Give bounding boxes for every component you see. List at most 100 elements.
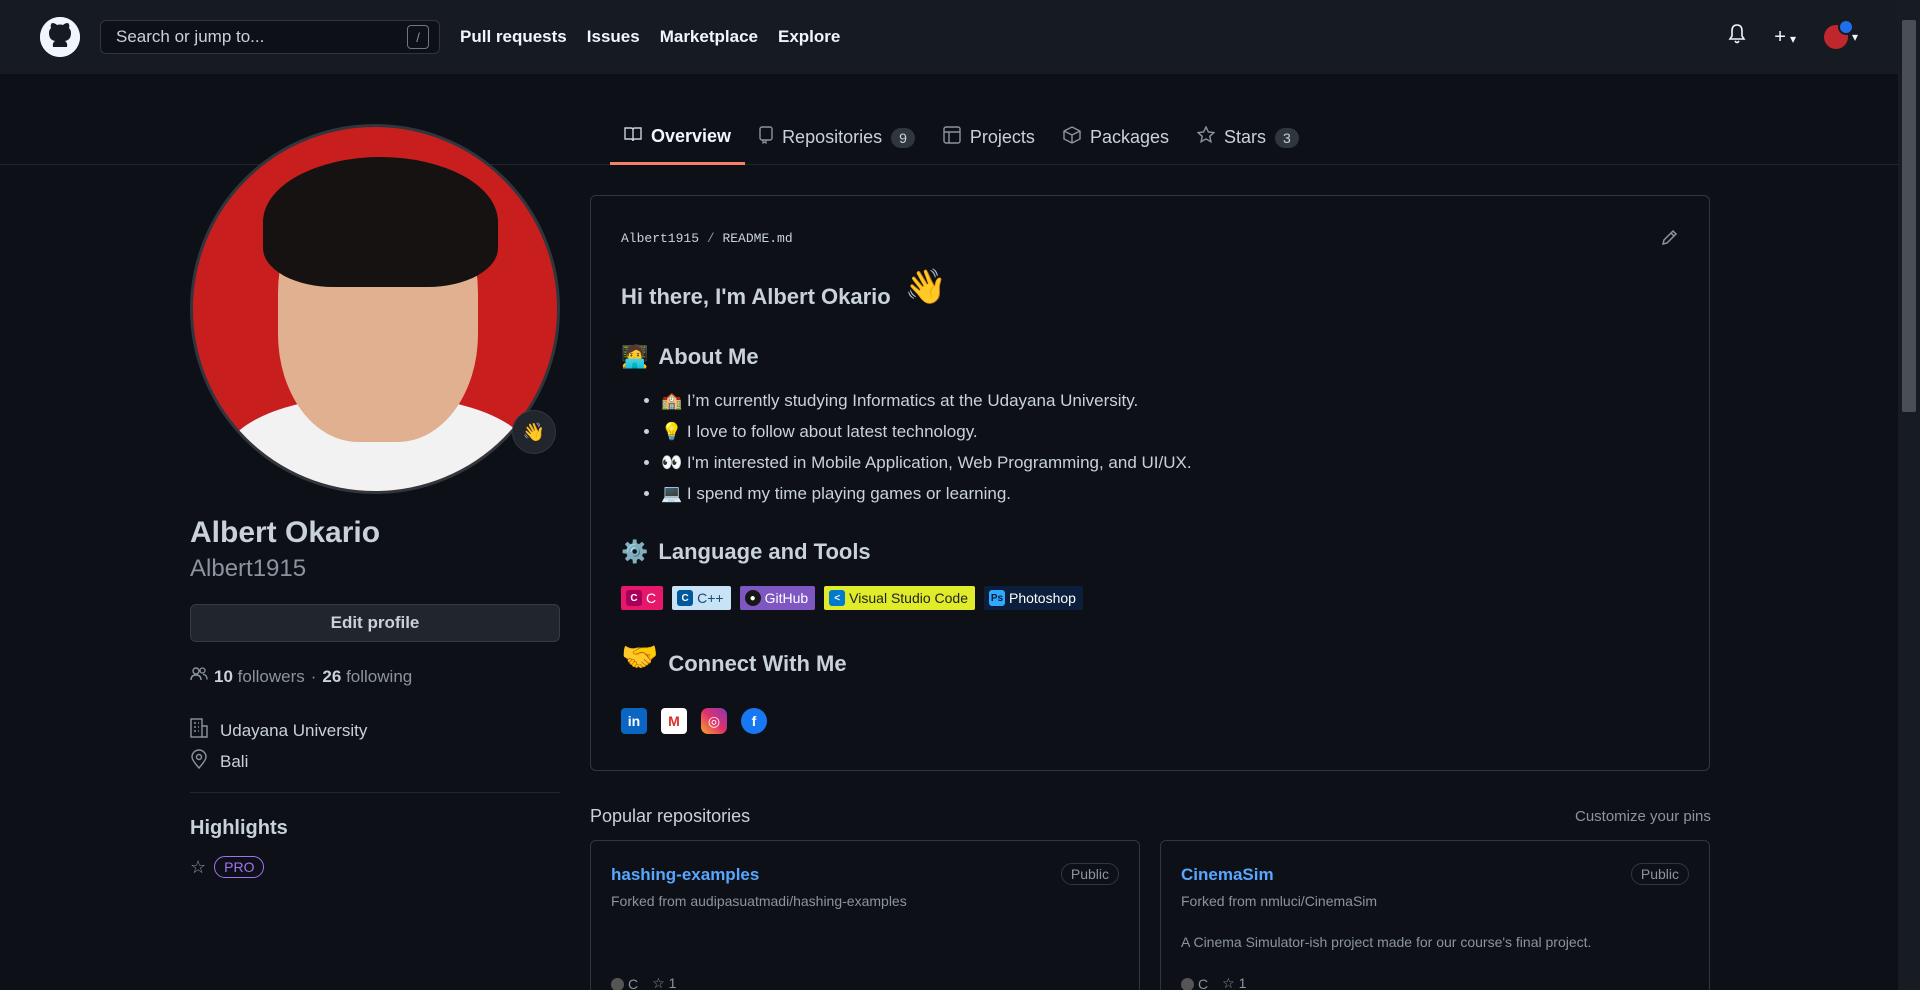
- star-icon: ☆: [652, 975, 665, 990]
- badge-cpp[interactable]: C C++: [672, 586, 731, 610]
- package-icon: [1063, 126, 1081, 149]
- language: C: [1181, 976, 1208, 990]
- tab-label: Stars: [1224, 127, 1267, 147]
- eyes-emoji-icon: 👀: [661, 453, 683, 472]
- tab-repositories[interactable]: Repositories 9: [745, 110, 929, 165]
- organization-icon: [190, 718, 208, 743]
- avatar: [1823, 19, 1854, 49]
- gmail-icon[interactable]: M: [661, 708, 687, 734]
- top-header: Search or jump to... / Pull requests Iss…: [0, 0, 1898, 74]
- search-shortcut-key: /: [407, 25, 429, 49]
- language: C: [611, 976, 638, 990]
- set-status-button[interactable]: 👋: [512, 410, 556, 454]
- tab-packages[interactable]: Packages: [1049, 110, 1183, 165]
- customize-pins-link[interactable]: Customize your pins: [1575, 808, 1711, 825]
- language-color-dot: [1181, 978, 1194, 990]
- tab-label: Packages: [1089, 127, 1169, 147]
- nav-issues[interactable]: Issues: [587, 27, 640, 47]
- social-links: in M ◎ f: [621, 708, 767, 734]
- location-icon: [190, 749, 208, 774]
- highlights-pro: ☆ PRO: [190, 856, 265, 878]
- tab-projects[interactable]: Projects: [929, 110, 1049, 165]
- badge-photoshop[interactable]: Ps Photoshop: [984, 586, 1083, 610]
- nav-pull-requests[interactable]: Pull requests: [460, 27, 567, 47]
- pencil-icon[interactable]: [1661, 228, 1679, 251]
- readme-owner-link[interactable]: Albert1915: [621, 231, 699, 246]
- profile-avatar[interactable]: [190, 124, 560, 494]
- readme-greeting: Hi there, I'm Albert Okario 👋: [621, 268, 947, 310]
- bell-icon[interactable]: [1728, 24, 1746, 50]
- repo-name-link[interactable]: CinemaSim: [1181, 865, 1274, 885]
- book-icon: [624, 126, 642, 147]
- tab-stars[interactable]: Stars 3: [1183, 110, 1313, 165]
- photoshop-logo-icon: Ps: [989, 590, 1005, 606]
- star-icon: [1196, 125, 1216, 149]
- greeting-text: Hi there, I'm Albert Okario: [621, 284, 891, 309]
- pro-badge[interactable]: PRO: [214, 856, 265, 878]
- profile-location: Bali: [190, 749, 248, 774]
- wave-emoji-icon: 👋: [904, 268, 948, 306]
- stargazers-link[interactable]: ☆ 1: [652, 975, 676, 990]
- search-input[interactable]: Search or jump to... /: [100, 20, 440, 54]
- school-emoji-icon: 🏫: [661, 391, 683, 410]
- heading-text: Language and Tools: [658, 539, 871, 564]
- badge-c[interactable]: CC: [621, 586, 664, 610]
- handshake-emoji-icon: 🤝: [621, 640, 659, 674]
- tab-label: Repositories: [782, 127, 883, 147]
- language-color-dot: [611, 978, 624, 990]
- stargazers-link[interactable]: ☆ 1: [1222, 975, 1246, 990]
- profile-organization: Udayana University: [190, 718, 367, 743]
- tools-heading: ⚙️ Language and Tools: [621, 539, 871, 565]
- badge-vscode[interactable]: < Visual Studio Code: [824, 586, 975, 610]
- nav-explore[interactable]: Explore: [778, 27, 840, 47]
- create-new-dropdown[interactable]: + ▾: [1774, 26, 1796, 49]
- location-name: Bali: [220, 751, 249, 771]
- followers-link[interactable]: 10 followers: [214, 667, 305, 687]
- user-menu[interactable]: ▾: [1823, 19, 1858, 49]
- edit-profile-button[interactable]: Edit profile: [190, 604, 560, 642]
- technologist-emoji-icon: 🧑‍💻: [621, 344, 649, 369]
- star-icon: ☆: [190, 856, 207, 877]
- nav-marketplace[interactable]: Marketplace: [660, 27, 758, 47]
- repo-name-link[interactable]: hashing-examples: [611, 865, 759, 885]
- organization-name: Udayana University: [220, 720, 368, 740]
- tab-overview[interactable]: Overview: [610, 110, 746, 165]
- profile-name: Albert Okario: [190, 516, 381, 549]
- page-scrollbar[interactable]: [1898, 0, 1920, 990]
- connect-heading: 🤝 Connect With Me: [621, 641, 847, 677]
- readme-path: Albert1915 / README.md: [621, 231, 793, 246]
- search-placeholder: Search or jump to...: [116, 27, 265, 46]
- linkedin-icon[interactable]: in: [621, 708, 647, 734]
- tool-badges: CC C C++ ● GitHub < Visual Studio Code Ps Ph…: [621, 586, 1083, 610]
- popular-repos-title: Popular repositories: [590, 806, 751, 826]
- main-nav: Pull requests Issues Marketplace Explore: [460, 27, 840, 47]
- github-logo-icon[interactable]: [40, 17, 80, 57]
- people-icon: [190, 666, 208, 687]
- lightbulb-emoji-icon: 💡: [661, 422, 683, 441]
- scrollbar-thumb[interactable]: [1902, 20, 1916, 412]
- facebook-icon[interactable]: f: [741, 708, 767, 734]
- readme-file-link[interactable]: README.md: [722, 231, 792, 246]
- instagram-icon[interactable]: ◎: [701, 708, 727, 734]
- repo-card: hashing-examples Public Forked from audi…: [590, 840, 1140, 990]
- github-logo-icon: ●: [744, 590, 761, 606]
- follow-stats: 10 followers · 26 following: [190, 666, 412, 687]
- wave-emoji-icon: 👋: [522, 421, 546, 442]
- visibility-badge: Public: [1630, 863, 1689, 885]
- tab-label: Projects: [969, 127, 1035, 147]
- visibility-badge: Public: [1060, 863, 1119, 885]
- following-link[interactable]: 26 following: [322, 667, 412, 687]
- repo-description: A Cinema Simulator-ish project made for …: [1181, 934, 1592, 950]
- profile-username: Albert1915: [190, 555, 307, 582]
- star-icon: ☆: [1222, 975, 1235, 990]
- badge-github[interactable]: ● GitHub: [739, 586, 816, 610]
- vscode-logo-icon: <: [829, 590, 846, 606]
- highlights-title: Highlights: [190, 817, 288, 839]
- list-item: 🏫 I’m currently studying Informatics at …: [661, 391, 1192, 412]
- chevron-down-icon: ▾: [1851, 30, 1858, 44]
- forked-from: Forked from nmluci/CinemaSim: [1181, 893, 1378, 909]
- gear-emoji-icon: ⚙️: [621, 539, 649, 564]
- separator-dot: ·: [310, 666, 317, 686]
- tab-label: Overview: [651, 125, 732, 146]
- plus-icon: +: [1774, 25, 1786, 48]
